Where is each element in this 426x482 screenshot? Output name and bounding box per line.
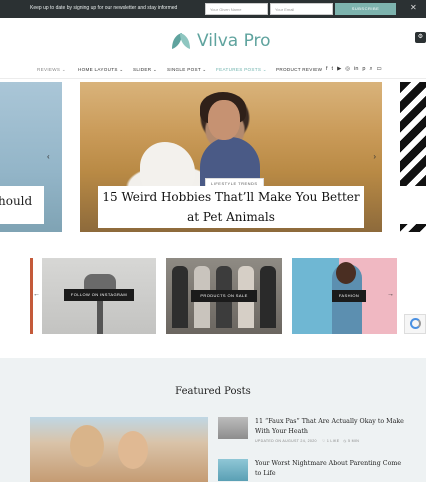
post-reading-time: 5 MIN <box>348 439 360 443</box>
post-likes[interactable]: 1 LIKE <box>327 439 340 443</box>
pinterest-icon[interactable]: p <box>362 66 365 73</box>
promo-tile-fashion[interactable]: FASHION <box>292 258 397 334</box>
instagram-icon[interactable]: ◎ <box>345 66 350 73</box>
nav-item-home-layouts[interactable]: HOME LAYOUTS ⌄ <box>78 67 124 73</box>
fashion-model-head <box>336 262 356 284</box>
featured-heading: Featured Posts <box>175 386 251 397</box>
recaptcha-icon <box>410 318 421 329</box>
youtube-icon[interactable]: ▶ <box>337 66 341 73</box>
close-icon[interactable]: ✕ <box>410 3 417 12</box>
post-date: UPDATED ON AUGUST 24, 2020 <box>255 439 317 443</box>
search-icon[interactable]: ⌕ <box>369 66 372 73</box>
site-title: Vilva Pro <box>197 31 271 51</box>
promo-next-arrow-icon[interactable]: → <box>387 291 394 298</box>
email-input[interactable]: Your Email <box>270 3 333 15</box>
featured-main-image[interactable] <box>30 417 208 482</box>
subscribe-button[interactable]: SUBSCRIBE <box>335 3 396 15</box>
slide-previous[interactable]: hould <box>0 82 62 232</box>
nav-item-single-post[interactable]: SINGLE POST ⌄ <box>167 67 207 73</box>
promo-label[interactable]: PRODUCTS ON SALE <box>191 290 257 302</box>
promo-label[interactable]: FOLLOW ON INSTAGRAM <box>64 289 134 301</box>
slide-current[interactable]: ‹ › LIFESTYLE TRENDS 15 Weird Hobbies Th… <box>47 82 382 232</box>
slider-prev-arrow-icon[interactable]: ‹ <box>47 152 50 161</box>
nav-item-features-posts[interactable]: FEATURES POSTS ⌄ <box>216 67 267 73</box>
slide-previous-title: hould <box>0 194 33 208</box>
post-thumbnail[interactable] <box>218 417 248 439</box>
post-meta: UPDATED ON AUGUST 24, 2020 ♡ 1 LIKE ◷ 5 … <box>255 439 360 443</box>
shopper-figure <box>172 266 188 328</box>
promo-tile-sale[interactable]: PRODUCTS ON SALE <box>166 258 282 334</box>
slide-previous-card: hould <box>0 186 44 224</box>
site-logo[interactable]: Vilva Pro <box>169 26 271 56</box>
main-nav: REVIEWS ⌄ HOME LAYOUTS ⌄ SLIDER ⌄ SINGLE… <box>0 63 426 79</box>
slide-title[interactable]: 15 Weird Hobbies That’ll Make You Better… <box>98 186 364 227</box>
nav-item-reviews[interactable]: REVIEWS ⌄ <box>37 67 66 73</box>
slide-next[interactable] <box>400 82 426 232</box>
cart-icon[interactable]: ⚙ <box>415 32 426 43</box>
post-title[interactable]: 11 “Faux Pas” That Are Actually Okay to … <box>255 417 405 437</box>
newsletter-message: Keep up to date by signing up for our ne… <box>30 5 178 11</box>
newsletter-bar: Keep up to date by signing up for our ne… <box>0 0 426 18</box>
person-image <box>118 431 148 469</box>
facebook-icon[interactable]: f <box>326 66 328 73</box>
recaptcha-badge[interactable] <box>404 314 426 334</box>
person-image <box>70 425 104 467</box>
nav-item-slider[interactable]: SLIDER ⌄ <box>133 67 157 73</box>
promo-label[interactable]: FASHION <box>332 290 366 302</box>
promo-prev-arrow-icon[interactable]: ← <box>33 291 40 298</box>
linkedin-icon[interactable]: in <box>354 66 358 73</box>
nav-item-product-review[interactable]: PRODUCT REVIEW <box>276 67 322 72</box>
post-title[interactable]: Your Worst Nightmare About Parenting Com… <box>255 459 405 479</box>
name-input[interactable]: Your Given Name <box>205 3 268 15</box>
cart-icon[interactable]: ▭ <box>377 66 382 73</box>
post-thumbnail[interactable] <box>218 459 248 481</box>
slider-next-arrow-icon[interactable]: › <box>373 152 376 161</box>
woman-face <box>208 100 240 140</box>
viewer-pole <box>97 296 103 334</box>
slide-title-card: 15 Weird Hobbies That’ll Make You Better… <box>98 186 364 228</box>
promo-tile-instagram[interactable]: FOLLOW ON INSTAGRAM <box>42 258 156 334</box>
twitter-icon[interactable]: t <box>332 66 334 73</box>
slide-next-card <box>400 186 426 224</box>
leaf-logo-icon <box>172 33 190 49</box>
shopper-figure <box>260 266 276 328</box>
